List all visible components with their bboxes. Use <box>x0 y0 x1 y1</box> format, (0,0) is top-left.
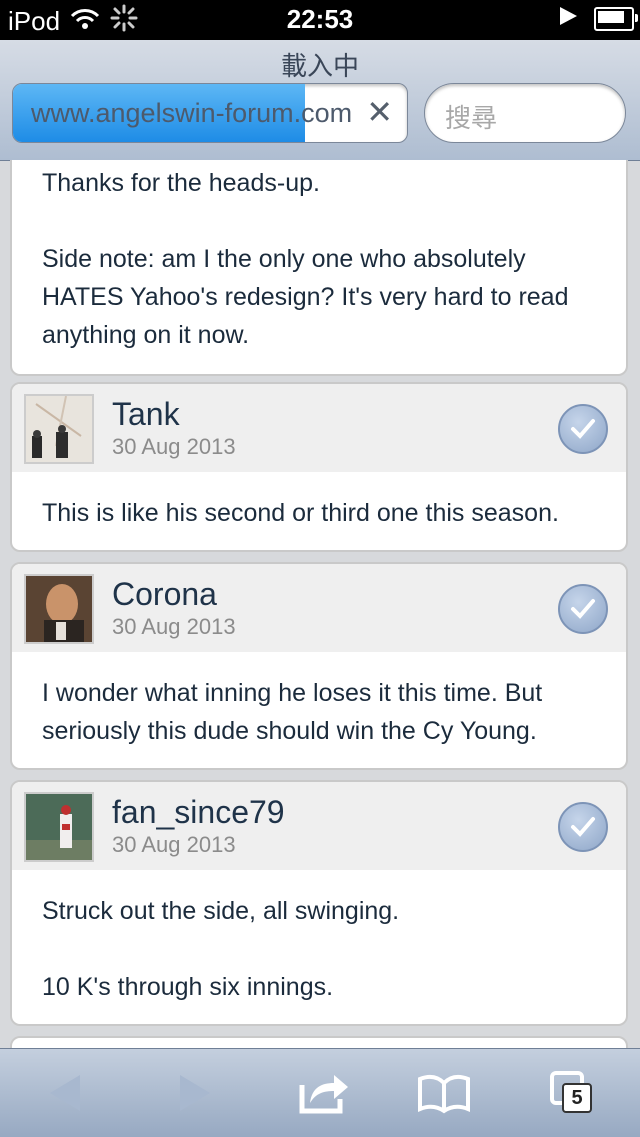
avatar[interactable] <box>24 574 94 644</box>
post-text: Thanks for the heads-up. <box>42 169 320 197</box>
bookmarks-icon[interactable] <box>414 1069 474 1117</box>
status-bar: iPod 22:53 <box>0 0 640 40</box>
battery-icon <box>594 6 638 31</box>
avatar[interactable] <box>24 792 94 862</box>
clock: 22:53 <box>286 4 354 34</box>
check-icon[interactable] <box>558 802 608 852</box>
post-body: This is like his second or third one thi… <box>12 472 626 550</box>
post-date: 30 Aug 2013 <box>112 434 236 459</box>
post-date: 30 Aug 2013 <box>112 614 236 639</box>
post-body: Thanks for the heads-up. Side note: am I… <box>12 160 626 374</box>
post-date: 30 Aug 2013 <box>112 832 236 857</box>
post-header: Corona 30 Aug 2013 <box>12 564 626 652</box>
post-card: Tank 30 Aug 2013 This is like his second… <box>10 382 628 552</box>
play-icon <box>558 6 578 31</box>
forward-arrow-icon[interactable] <box>164 1069 224 1117</box>
post-header: fan_since79 30 Aug 2013 <box>12 782 626 870</box>
page-title: 載入中 <box>280 51 359 81</box>
url-bar[interactable]: www.angelswin-forum.com ✕ <box>12 83 408 143</box>
post-text: 10 K's through six innings. <box>42 973 334 1001</box>
username[interactable]: fan_since79 <box>112 794 285 831</box>
bottom-toolbar <box>0 1048 640 1137</box>
post-text: Struck out the side, all swinging. <box>42 897 400 925</box>
search-input[interactable]: 搜尋 <box>424 83 626 143</box>
back-arrow-icon[interactable] <box>36 1069 96 1117</box>
post-card <box>10 1036 628 1048</box>
share-icon[interactable] <box>292 1069 352 1117</box>
post-text: Side note: am I the only one who absolut… <box>42 245 569 349</box>
status-right <box>558 6 638 31</box>
tab-count-badge: 5 <box>562 1083 592 1113</box>
post-card: Thanks for the heads-up. Side note: am I… <box>10 160 628 376</box>
username[interactable]: Tank <box>112 396 180 433</box>
post-body: I wonder what inning he loses it this ti… <box>12 652 626 768</box>
username[interactable]: Corona <box>112 576 217 613</box>
stop-loading-icon[interactable]: ✕ <box>366 96 393 128</box>
post-card: fan_since79 30 Aug 2013 Struck out the s… <box>10 780 628 1026</box>
check-icon[interactable] <box>558 584 608 634</box>
post-body: Struck out the side, all swinging. 10 K'… <box>12 870 626 1024</box>
browser-top-bar: 載入中 www.angelswin-forum.com ✕ 搜尋 <box>0 40 640 161</box>
post-card: Corona 30 Aug 2013 I wonder what inning … <box>10 562 628 770</box>
post-text: I wonder what inning he loses it this ti… <box>42 679 543 745</box>
search-placeholder: 搜尋 <box>445 103 498 133</box>
check-icon[interactable] <box>558 404 608 454</box>
avatar[interactable] <box>24 394 94 464</box>
url-text: www.angelswin-forum.com <box>31 98 353 128</box>
post-text: This is like his second or third one thi… <box>42 499 559 527</box>
page-content[interactable]: Thanks for the heads-up. Side note: am I… <box>0 160 640 1048</box>
post-header: Tank 30 Aug 2013 <box>12 384 626 472</box>
